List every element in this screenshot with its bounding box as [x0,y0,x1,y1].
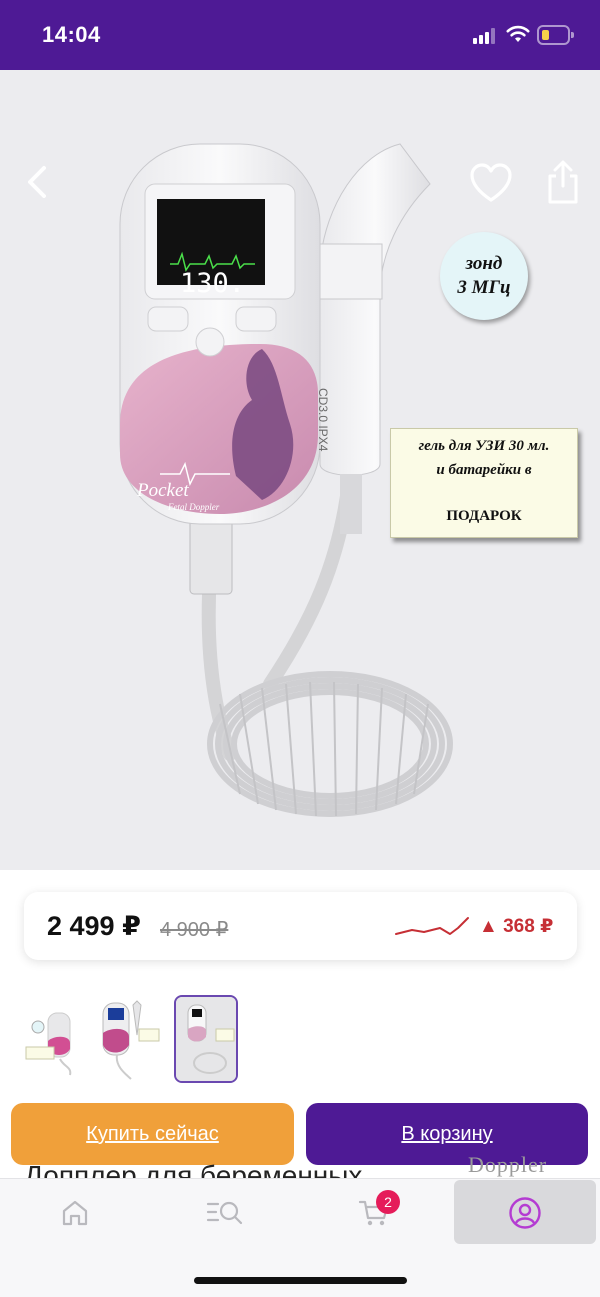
probe-badge-line-2: 3 МГц [457,277,511,298]
brand-tag-text: Doppler [468,1152,548,1177]
thumbnail-1[interactable] [20,995,84,1083]
device-screen-value: 130. [180,268,246,299]
share-icon[interactable] [540,158,586,206]
catalog-search-icon [206,1201,243,1225]
price-trend-line-icon [395,917,469,935]
buy-now-button[interactable]: Купить сейчас [11,1103,294,1165]
gift-badge-line-1: гель для УЗИ 30 мл. [418,438,550,454]
product-title: Допплер для беременных [24,1160,454,1178]
status-time: 14:04 [42,22,101,47]
gift-badge: гель для УЗИ 30 мл. и батарейки в ПОДАРО… [390,428,578,538]
home-indicator [194,1277,407,1284]
price-change: ▲ 368 ₽ [479,916,554,937]
gift-badge-line-3: ПОДАРОК [446,508,522,524]
cart-count-badge: 2 [376,1190,400,1214]
status-bar: 14:04 [0,0,600,70]
product-gallery[interactable]: 130. Pocket Fetal Doppler CD3.0 IPX4 зон… [0,70,600,870]
home-icon [62,1200,88,1226]
profile-icon [509,1197,541,1229]
probe-frequency-badge: зонд 3 МГц [440,232,528,320]
product-title-text: Допплер для беременных [24,1160,363,1178]
current-price: 2 499 ₽ [47,911,141,941]
thumbnail-2-image [102,1000,160,1080]
old-price: 4 900 ₽ [160,919,229,941]
thumbnail-1-image [25,1012,72,1076]
price-card: 2 499 ₽ 4 900 ₽ ▲ 368 ₽ [24,892,577,960]
nav-home[interactable] [25,1178,125,1248]
heart-icon[interactable] [468,162,514,204]
nav-cart[interactable] [324,1178,424,1248]
device-subbrand-text: Fetal Doppler [168,502,220,512]
cellular-signal-icon [473,28,499,44]
thumbnail-3-selected[interactable] [174,995,238,1083]
device-brand-text: Pocket [137,480,189,501]
battery-low-icon [537,25,575,45]
nav-catalog[interactable] [175,1178,275,1248]
thumbnail-2[interactable] [97,995,161,1083]
wifi-icon [506,25,530,42]
back-icon[interactable] [16,160,60,204]
probe-badge-line-1: зонд [465,253,503,274]
brand-tag: Doppler [462,1150,576,1178]
nav-profile[interactable] [475,1178,575,1248]
probe-label: CD3.0 IPX4 [316,388,330,452]
gift-badge-line-2: и батарейки в [436,462,532,478]
thumbnail-3-image [176,997,236,1081]
